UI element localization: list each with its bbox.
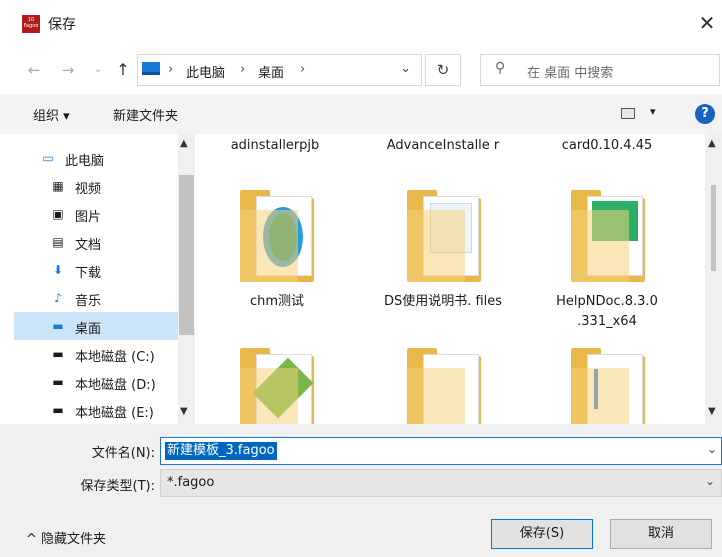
filename-label: 文件名(N): <box>91 446 155 461</box>
computer-icon: ▭ <box>42 151 54 165</box>
sidebar-scroll-up-icon[interactable]: ▲ <box>180 138 188 149</box>
breadcrumb-separator-icon[interactable]: › <box>240 62 245 77</box>
breadcrumb-this-pc[interactable]: 此电脑 <box>186 62 225 81</box>
sidebar-item-desktop[interactable]: ▬ 桌面 <box>14 312 178 340</box>
filename-dropdown-icon[interactable]: ⌄ <box>707 442 717 456</box>
search-icon: ⚲ <box>495 60 506 76</box>
file-item-helpndoc[interactable]: HelpNDoc.8.3.0 .331_x64 <box>547 292 667 332</box>
title-bar: 10 Fagoo 保存 ✕ <box>0 0 722 46</box>
organize-menu-button[interactable]: 组织 ▾ <box>33 105 70 124</box>
video-icon: ▦ <box>52 179 64 193</box>
filename-value[interactable]: 新建模板_3.fagoo <box>165 442 277 460</box>
sidebar-item-label: 图片 <box>75 210 102 225</box>
drive-d-icon: ▬ <box>52 375 64 389</box>
close-button[interactable]: ✕ <box>692 8 722 38</box>
navigation-bar: ← → ⌄ ↑ › 此电脑 › 桌面 › ⌄ ↻ ⚲ 在 桌面 中搜索 <box>0 46 722 94</box>
file-name: card0.10.4.45 <box>561 138 653 153</box>
file-item-card[interactable]: card0.10.4.45 <box>547 136 667 156</box>
file-name: chm测试 <box>249 294 305 309</box>
sidebar-item-music[interactable]: ♪ 音乐 <box>14 284 178 312</box>
file-list: adinstallerpjb AdvanceInstalle r card0.1… <box>195 134 705 424</box>
breadcrumb-separator-icon[interactable]: › <box>168 62 173 77</box>
folder-icon[interactable] <box>407 348 481 424</box>
breadcrumb-desktop[interactable]: 桌面 <box>258 62 284 81</box>
desktop-icon: ▬ <box>52 319 64 333</box>
sidebar-item-label: 视频 <box>75 182 102 197</box>
filetype-label: 保存类型(T): <box>80 479 155 494</box>
drive-c-icon: ▬ <box>52 347 64 361</box>
address-bar[interactable]: › 此电脑 › 桌面 › ⌄ <box>137 54 422 86</box>
folder-icon[interactable] <box>571 348 645 424</box>
window-title: 保存 <box>48 17 76 33</box>
sidebar-item-label: 此电脑 <box>65 154 105 169</box>
file-list-scroll-up-icon[interactable]: ▲ <box>708 138 716 149</box>
sidebar-item-videos[interactable]: ▦ 视频 <box>14 172 178 200</box>
sidebar-item-downloads[interactable]: ⬇ 下载 <box>14 256 178 284</box>
recent-locations-chevron-icon[interactable]: ⌄ <box>88 60 108 80</box>
back-arrow-icon[interactable]: ← <box>24 60 44 80</box>
sidebar-item-label: 文档 <box>75 238 102 253</box>
filetype-dropdown-icon[interactable]: ⌄ <box>705 474 715 488</box>
hide-folders-toggle[interactable]: ^ 隐藏文件夹 <box>26 528 106 547</box>
new-folder-button[interactable]: 新建文件夹 <box>113 105 178 124</box>
view-mode-icon[interactable] <box>621 108 635 119</box>
folder-icon[interactable] <box>571 190 645 282</box>
breadcrumb-separator-icon[interactable]: › <box>300 62 305 77</box>
filename-input[interactable]: 新建模板_3.fagoo ⌄ <box>160 437 722 465</box>
folder-icon[interactable] <box>240 190 314 282</box>
sidebar-item-pictures[interactable]: ▣ 图片 <box>14 200 178 228</box>
file-name: AdvanceInstalle r <box>386 138 500 153</box>
file-name: adinstallerpjb <box>230 138 320 153</box>
folder-icon[interactable] <box>407 190 481 282</box>
sidebar-item-drive-d[interactable]: ▬ 本地磁盘 (D:) <box>14 368 178 396</box>
command-toolbar: 组织 ▾ 新建文件夹 ▾ <box>0 94 722 134</box>
up-arrow-icon[interactable]: ↑ <box>113 60 133 80</box>
file-item-ds-manual[interactable]: DS使用说明书. files <box>383 292 503 312</box>
sidebar-scroll-thumb[interactable] <box>179 175 194 335</box>
file-list-scroll-down-icon[interactable]: ▼ <box>708 406 716 417</box>
sidebar-scroll-down-icon[interactable]: ▼ <box>180 406 188 417</box>
address-dropdown-icon[interactable]: ⌄ <box>400 61 411 76</box>
sidebar-item-label: 下载 <box>75 266 102 281</box>
sidebar-item-drive-c[interactable]: ▬ 本地磁盘 (C:) <box>14 340 178 368</box>
refresh-button[interactable]: ↻ <box>425 54 461 86</box>
search-box[interactable]: ⚲ 在 桌面 中搜索 <box>480 54 720 86</box>
sidebar-item-label: 本地磁盘 (D:) <box>75 378 156 393</box>
file-list-scroll-thumb[interactable] <box>711 185 716 271</box>
app-logo-icon: 10 Fagoo <box>22 15 40 33</box>
file-list-scrollbar[interactable] <box>705 134 722 424</box>
sidebar-item-this-pc[interactable]: ▭ 此电脑 <box>14 144 178 172</box>
folder-icon[interactable] <box>240 348 314 424</box>
save-button[interactable]: 保存(S) <box>491 519 593 549</box>
filetype-select[interactable]: *.fagoo ⌄ <box>160 469 722 497</box>
filetype-value: *.fagoo <box>167 475 215 490</box>
search-input[interactable]: 在 桌面 中搜索 <box>527 62 613 81</box>
sidebar-item-drive-e[interactable]: ▬ 本地磁盘 (E:) <box>14 396 178 424</box>
file-item-adinstallerpjb[interactable]: adinstallerpjb <box>215 136 335 156</box>
help-icon[interactable]: ? <box>695 104 715 124</box>
drive-e-icon: ▬ <box>52 403 64 417</box>
file-item-advanceinstaller[interactable]: AdvanceInstalle r <box>383 136 503 156</box>
sidebar-item-label: 音乐 <box>75 294 102 309</box>
forward-arrow-icon[interactable]: → <box>58 60 78 80</box>
computer-icon <box>142 62 160 75</box>
cancel-button[interactable]: 取消 <box>610 519 712 549</box>
sidebar-item-documents[interactable]: ▤ 文档 <box>14 228 178 256</box>
sidebar-item-label: 桌面 <box>75 322 102 337</box>
navigation-pane: ▭ 此电脑 ▦ 视频 ▣ 图片 ▤ 文档 ⬇ 下载 ♪ 音乐 ▬ 桌面 ▬ 本地… <box>0 134 195 424</box>
document-icon: ▤ <box>52 235 64 249</box>
view-dropdown-icon[interactable]: ▾ <box>650 105 656 118</box>
file-name: HelpNDoc.8.3.0 .331_x64 <box>556 294 658 329</box>
sidebar-item-label: 本地磁盘 (C:) <box>75 350 155 365</box>
music-icon: ♪ <box>54 291 62 305</box>
sidebar-item-label: 本地磁盘 (E:) <box>75 406 154 421</box>
file-item-chm[interactable]: chm测试 <box>217 292 337 312</box>
image-icon: ▣ <box>52 207 64 221</box>
file-name: DS使用说明书. files <box>383 294 503 309</box>
download-icon: ⬇ <box>52 263 64 277</box>
